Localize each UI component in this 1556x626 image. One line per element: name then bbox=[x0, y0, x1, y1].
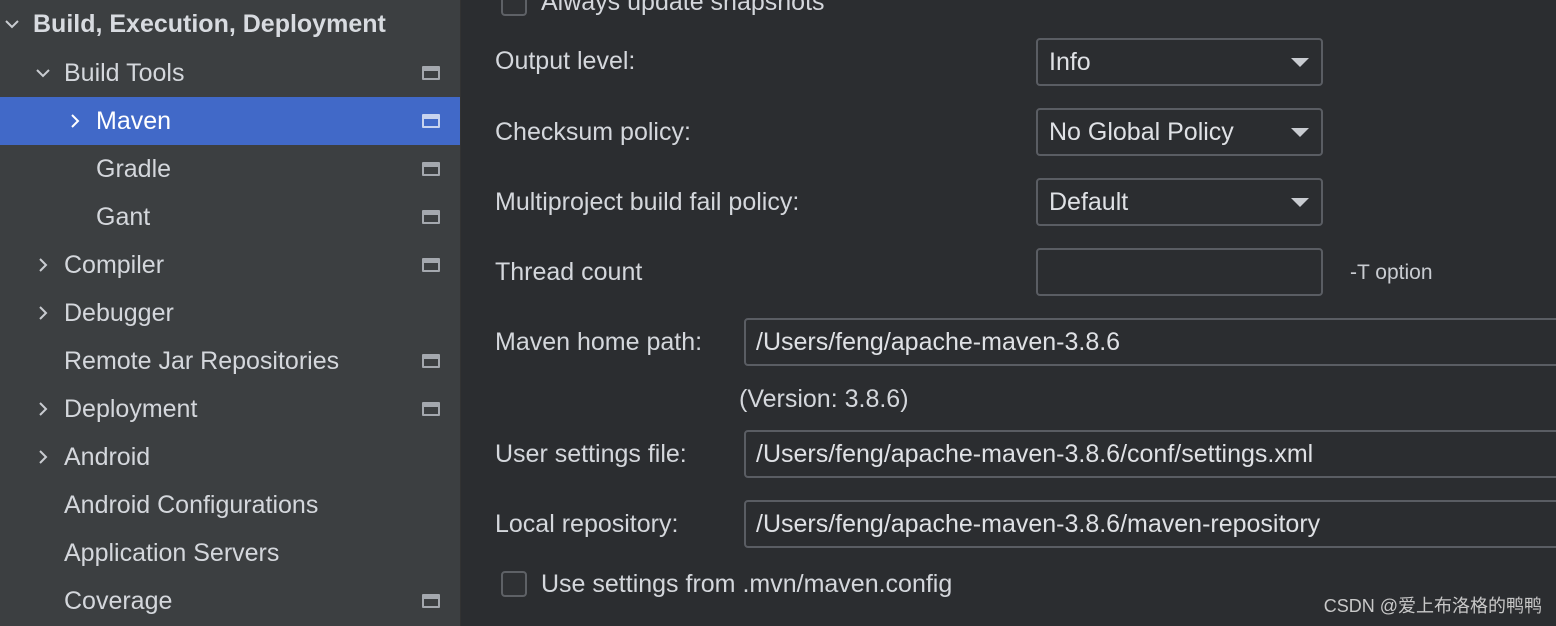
sidebar-item-maven[interactable]: Maven bbox=[0, 97, 460, 145]
local-repository-input[interactable]: /Users/feng/apache-maven-3.8.6/maven-rep… bbox=[744, 500, 1556, 548]
user-settings-file-value: /Users/feng/apache-maven-3.8.6/conf/sett… bbox=[756, 439, 1314, 468]
sidebar-item-debugger[interactable]: Debugger bbox=[0, 289, 460, 337]
dropdown-arrow-icon bbox=[1291, 58, 1309, 67]
multiproject-policy-value: Default bbox=[1049, 187, 1129, 216]
project-page-icon bbox=[422, 354, 440, 368]
maven-settings-window: Build, Execution, Deployment Build Tools… bbox=[0, 0, 1556, 626]
user-settings-file-label: User settings file: bbox=[495, 440, 687, 468]
use-mvn-config-checkbox[interactable] bbox=[501, 571, 527, 597]
project-page-icon bbox=[422, 258, 440, 272]
use-mvn-config-label: Use settings from .mvn/maven.config bbox=[541, 570, 953, 598]
always-update-snapshots-checkbox[interactable] bbox=[501, 0, 527, 16]
thread-count-input[interactable] bbox=[1036, 248, 1323, 296]
checksum-policy-dropdown[interactable]: No Global Policy bbox=[1036, 108, 1323, 156]
multiproject-policy-dropdown[interactable]: Default bbox=[1036, 178, 1323, 226]
sidebar-item-compiler[interactable]: Compiler bbox=[0, 241, 460, 289]
sidebar-item-label: Deployment bbox=[64, 394, 198, 423]
maven-home-path-input[interactable]: /Users/feng/apache-maven-3.8.6 bbox=[744, 318, 1556, 366]
project-page-icon bbox=[422, 66, 440, 80]
output-level-value: Info bbox=[1049, 47, 1091, 76]
output-level-dropdown[interactable]: Info bbox=[1036, 38, 1323, 86]
sidebar-item-label: Debugger bbox=[64, 298, 174, 327]
chevron-right-icon[interactable] bbox=[31, 301, 55, 325]
chevron-down-icon[interactable] bbox=[31, 61, 55, 85]
thread-count-hint: -T option bbox=[1350, 261, 1433, 284]
sidebar-item-label: Android Configurations bbox=[64, 490, 319, 519]
maven-settings-panel: Always update snapshots Output level: In… bbox=[461, 0, 1556, 626]
sidebar-item-label: Gant bbox=[96, 202, 151, 231]
sidebar-item-label: Build Tools bbox=[64, 58, 185, 87]
project-page-icon bbox=[422, 402, 440, 416]
multiproject-policy-label: Multiproject build fail policy: bbox=[495, 188, 800, 216]
project-page-icon bbox=[422, 594, 440, 608]
settings-sidebar: Build, Execution, Deployment Build Tools… bbox=[0, 0, 461, 626]
sidebar-item-build-tools[interactable]: Build Tools bbox=[0, 49, 460, 97]
maven-version-text: (Version: 3.8.6) bbox=[739, 385, 909, 413]
chevron-right-icon[interactable] bbox=[31, 397, 55, 421]
checksum-policy-label: Checksum policy: bbox=[495, 118, 691, 146]
chevron-right-icon[interactable] bbox=[31, 445, 55, 469]
sidebar-item-gradle[interactable]: Gradle bbox=[0, 145, 460, 193]
sidebar-item-gant[interactable]: Gant bbox=[0, 193, 460, 241]
project-page-icon bbox=[422, 162, 440, 176]
project-page-icon bbox=[422, 210, 440, 224]
checksum-policy-value: No Global Policy bbox=[1049, 117, 1234, 146]
sidebar-item-application-servers[interactable]: Application Servers bbox=[0, 529, 460, 577]
sidebar-item-label: Coverage bbox=[64, 586, 173, 615]
sidebar-item-remote-jar-repositories[interactable]: Remote Jar Repositories bbox=[0, 337, 460, 385]
dropdown-arrow-icon bbox=[1291, 128, 1309, 137]
dropdown-arrow-icon bbox=[1291, 198, 1309, 207]
local-repository-value: /Users/feng/apache-maven-3.8.6/maven-rep… bbox=[756, 509, 1321, 538]
output-level-label: Output level: bbox=[495, 47, 636, 75]
sidebar-item-label: Gradle bbox=[96, 154, 172, 183]
local-repository-label: Local repository: bbox=[495, 510, 679, 538]
maven-home-path-value: /Users/feng/apache-maven-3.8.6 bbox=[756, 327, 1121, 356]
sidebar-item-android[interactable]: Android bbox=[0, 433, 460, 481]
chevron-down-icon[interactable] bbox=[0, 12, 24, 36]
chevron-right-icon[interactable] bbox=[63, 109, 87, 133]
sidebar-item-label: Android bbox=[64, 442, 151, 471]
sidebar-item-label: Application Servers bbox=[64, 538, 280, 567]
sidebar-item-label: Compiler bbox=[64, 250, 165, 279]
csdn-watermark: CSDN @爱上布洛格的鸭鸭 bbox=[1323, 596, 1542, 616]
maven-home-path-label: Maven home path: bbox=[495, 328, 703, 356]
sidebar-item-label: Remote Jar Repositories bbox=[64, 346, 340, 375]
chevron-right-icon[interactable] bbox=[31, 253, 55, 277]
always-update-snapshots-label: Always update snapshots bbox=[541, 0, 825, 16]
sidebar-item-build-execution-deployment[interactable]: Build, Execution, Deployment bbox=[0, 0, 460, 48]
sidebar-item-coverage[interactable]: Coverage bbox=[0, 577, 460, 625]
sidebar-header-label: Build, Execution, Deployment bbox=[33, 9, 386, 38]
thread-count-label: Thread count bbox=[495, 258, 643, 286]
project-page-icon bbox=[422, 114, 440, 128]
user-settings-file-input[interactable]: /Users/feng/apache-maven-3.8.6/conf/sett… bbox=[744, 430, 1556, 478]
sidebar-item-android-configurations[interactable]: Android Configurations bbox=[0, 481, 460, 529]
sidebar-item-label: Maven bbox=[96, 106, 172, 135]
sidebar-item-deployment[interactable]: Deployment bbox=[0, 385, 460, 433]
